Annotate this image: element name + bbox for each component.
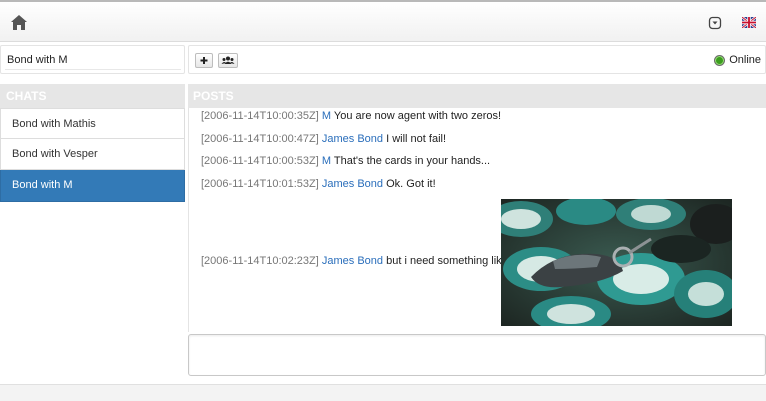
message-input[interactable]	[188, 334, 766, 376]
circle-dot-icon[interactable]	[708, 16, 722, 30]
chat-item-label: Bond with Mathis	[12, 118, 96, 130]
online-label: Online	[729, 54, 761, 66]
post-timestamp: [2006-11-14T10:01:53Z]	[201, 178, 319, 190]
post-author-link[interactable]: James Bond	[322, 255, 383, 267]
post-item: [2006-11-14T10:02:23Z] James Bond but i …	[201, 255, 511, 267]
add-button[interactable]	[195, 53, 213, 68]
chat-title-box	[0, 45, 185, 74]
chat-title-input[interactable]	[5, 50, 181, 70]
chat-item-vesper[interactable]: Bond with Vesper	[0, 139, 185, 170]
post-author-link[interactable]: M	[322, 110, 331, 122]
post-image[interactable]	[501, 199, 732, 326]
footer-bar	[0, 384, 766, 401]
chat-item-label: Bond with M	[12, 179, 73, 191]
online-indicator-icon	[714, 54, 726, 66]
post-author-link[interactable]: M	[322, 155, 331, 167]
post-text: I will not fail!	[386, 133, 447, 145]
post-text: You are now agent with two zeros!	[333, 110, 502, 122]
poker-chips-image	[501, 199, 732, 326]
post-timestamp: [2006-11-14T10:00:35Z]	[201, 110, 319, 122]
post-item: [2006-11-14T10:00:47Z] James Bond I will…	[201, 133, 446, 145]
top-navbar	[0, 0, 766, 42]
online-status: Online	[714, 54, 761, 66]
chat-list: Bond with Mathis Bond with Vesper Bond w…	[0, 108, 185, 202]
chat-item-label: Bond with Vesper	[12, 148, 98, 160]
post-text: That's the cards in your hands...	[333, 155, 491, 167]
home-icon[interactable]	[9, 13, 29, 33]
post-author-link[interactable]: James Bond	[322, 178, 383, 190]
post-text: Ok. Got it!	[386, 178, 436, 190]
post-timestamp: [2006-11-14T10:00:47Z]	[201, 133, 319, 145]
post-timestamp: [2006-11-14T10:00:53Z]	[201, 155, 319, 167]
posts-header: POSTS	[188, 84, 766, 108]
chats-header: CHATS	[0, 84, 185, 108]
post-author-link[interactable]: James Bond	[322, 133, 383, 145]
post-timestamp: [2006-11-14T10:02:23Z]	[201, 255, 319, 267]
posts-toolbar: Online	[188, 45, 766, 74]
post-item: [2006-11-14T10:01:53Z] James Bond Ok. Go…	[201, 178, 436, 190]
users-icon	[221, 56, 235, 64]
post-item: [2006-11-14T10:00:35Z] M You are now age…	[201, 110, 501, 122]
users-button[interactable]	[218, 53, 238, 68]
posts-list[interactable]: [2006-11-14T10:00:35Z] M You are now age…	[188, 108, 766, 332]
chat-item-m[interactable]: Bond with M	[0, 170, 185, 202]
chat-item-mathis[interactable]: Bond with Mathis	[0, 108, 185, 139]
plus-icon	[200, 57, 208, 64]
uk-flag-icon[interactable]	[741, 16, 757, 29]
post-text: but i need something like:	[386, 255, 511, 267]
post-item: [2006-11-14T10:00:53Z] M That's the card…	[201, 155, 490, 167]
